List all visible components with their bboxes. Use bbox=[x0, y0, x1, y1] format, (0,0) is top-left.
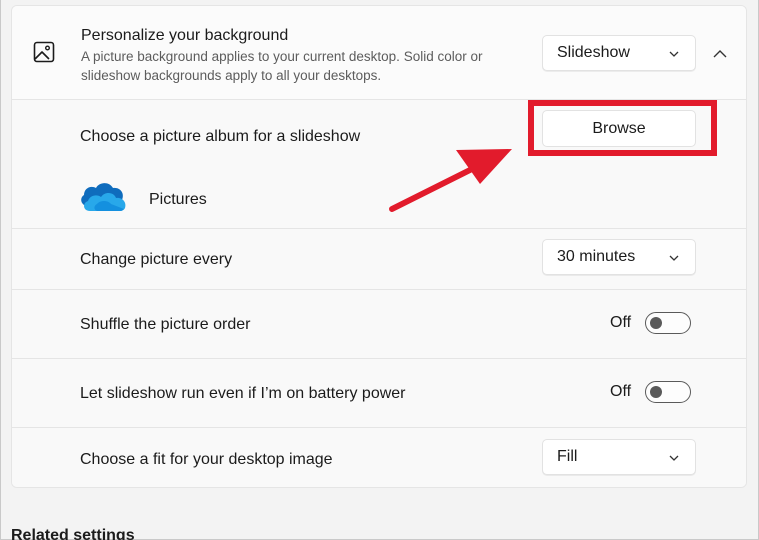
fit-value: Fill bbox=[557, 448, 578, 465]
shuffle-label: Shuffle the picture order bbox=[80, 316, 251, 333]
change-interval-value: 30 minutes bbox=[557, 248, 636, 265]
battery-state: Off bbox=[610, 383, 632, 400]
album-folder-name[interactable]: Pictures bbox=[149, 191, 207, 209]
image-icon bbox=[33, 41, 55, 63]
section-description: A picture background applies to your cur… bbox=[81, 49, 483, 83]
background-settings-card: Personalize your background A picture ba… bbox=[11, 5, 747, 488]
battery-toggle-group: Off bbox=[610, 381, 692, 403]
section-title: Personalize your background bbox=[81, 27, 289, 44]
album-label: Choose a picture album for a slideshow bbox=[80, 128, 361, 145]
personalize-background-header[interactable]: Personalize your background A picture ba… bbox=[12, 6, 746, 99]
chevron-down-icon bbox=[669, 51, 679, 57]
annotation-highlight-box bbox=[528, 100, 717, 156]
shuffle-toggle-group: Off bbox=[610, 312, 692, 334]
battery-toggle[interactable] bbox=[645, 381, 692, 403]
toggle-knob bbox=[650, 386, 663, 398]
background-type-dropdown[interactable]: Slideshow bbox=[542, 35, 696, 71]
chevron-down-icon bbox=[669, 455, 679, 461]
toggle-knob bbox=[650, 317, 663, 329]
fit-label: Choose a fit for your desktop image bbox=[80, 451, 333, 468]
chevron-down-icon bbox=[669, 255, 679, 261]
change-interval-dropdown[interactable]: 30 minutes bbox=[542, 239, 696, 275]
related-settings-heading: Related settings bbox=[11, 527, 135, 540]
change-interval-label: Change picture every bbox=[80, 251, 233, 268]
shuffle-state: Off bbox=[610, 314, 632, 331]
onedrive-cloud-icon bbox=[81, 183, 126, 211]
background-type-value: Slideshow bbox=[557, 44, 630, 61]
fit-dropdown[interactable]: Fill bbox=[542, 439, 696, 475]
battery-label: Let slideshow run even if I’m on battery… bbox=[80, 385, 406, 402]
shuffle-toggle[interactable] bbox=[645, 312, 692, 334]
chevron-up-icon[interactable] bbox=[708, 45, 732, 63]
